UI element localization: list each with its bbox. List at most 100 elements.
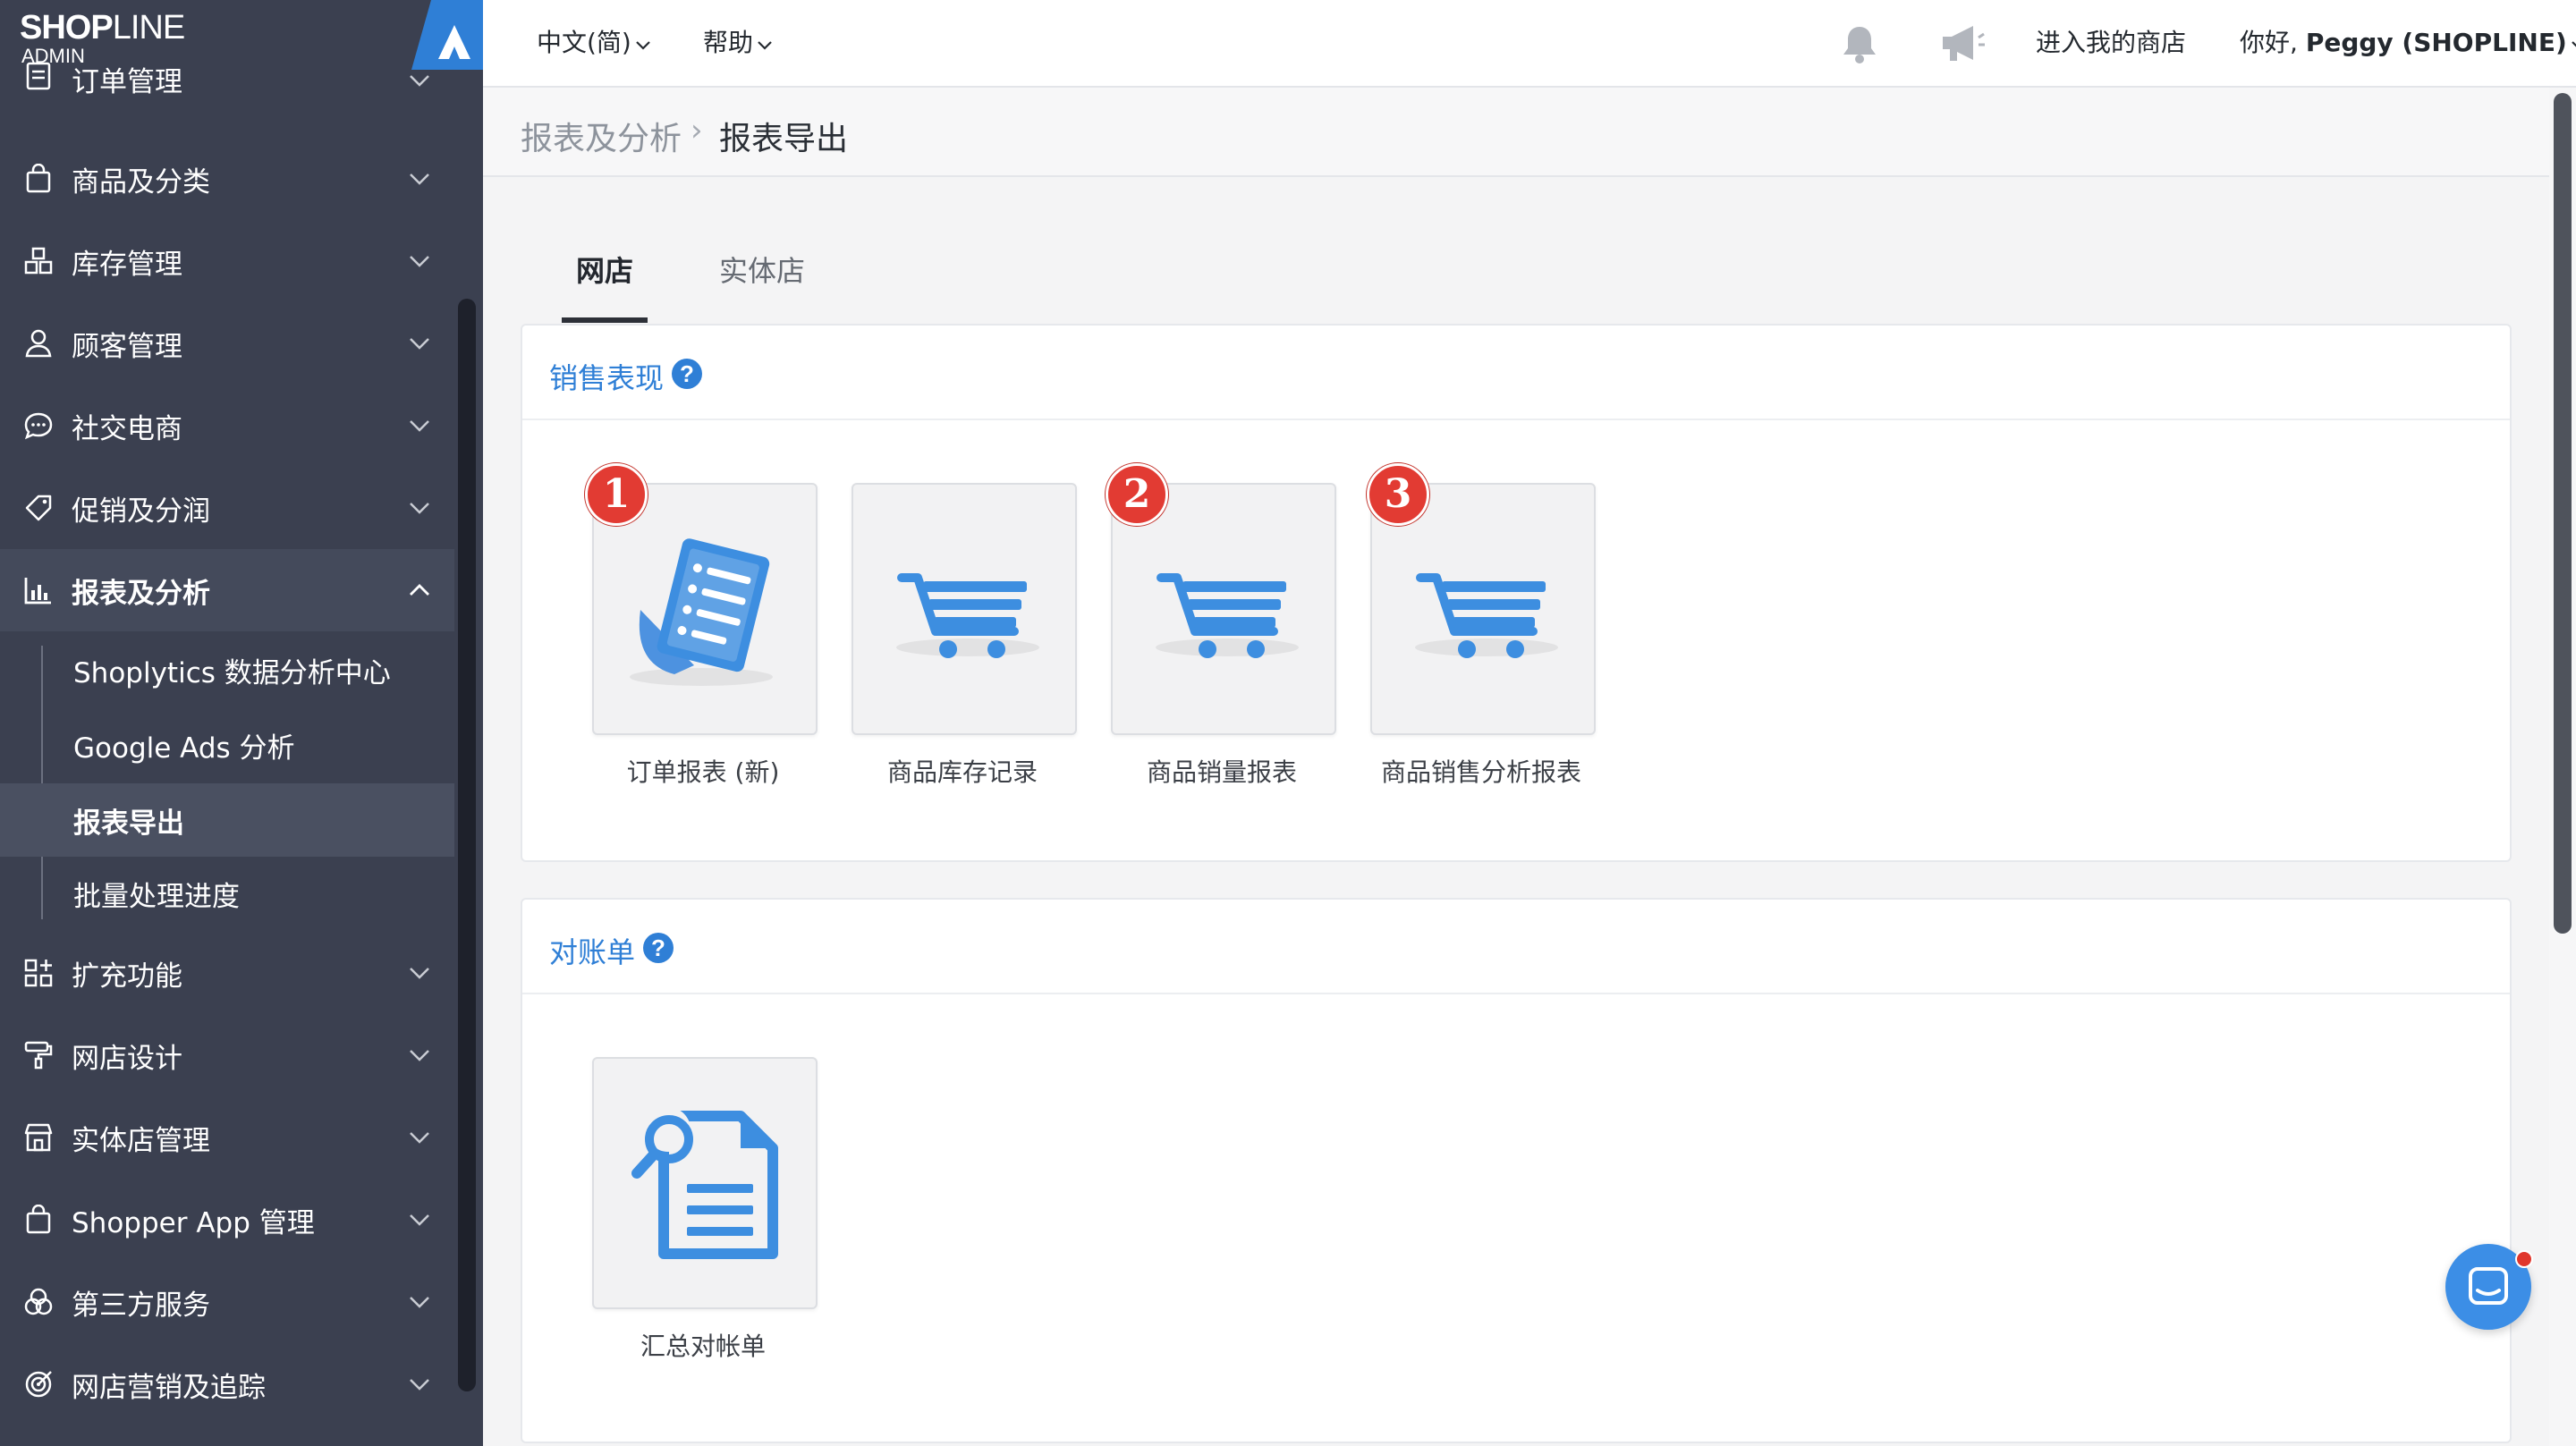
card-label: 汇总对帐单 (640, 1332, 766, 1361)
help-menu[interactable]: 帮助 (703, 23, 773, 59)
sidebar-subitem-google-ads[interactable]: Google Ads 分析 (0, 708, 454, 782)
document-search-icon (631, 1107, 778, 1259)
sidebar-item-products[interactable]: 商品及分类 (0, 138, 454, 220)
sidebar-item-social-commerce[interactable]: 社交电商 (0, 385, 454, 467)
sidebar-item-orders[interactable]: 订单管理 (0, 55, 454, 106)
active-tab-indicator (562, 317, 648, 323)
target-icon (25, 1371, 52, 1398)
help-question-icon[interactable]: ? (671, 358, 703, 390)
sidebar-subitem-label: 批量处理进度 (73, 880, 240, 913)
sidebar-item-label: Shopper App 管理 (72, 1206, 315, 1239)
order-icon (26, 62, 51, 90)
chevron-up-icon (410, 584, 429, 596)
chevron-down-icon (410, 968, 429, 979)
card-label: 商品销量报表 (1146, 757, 1297, 787)
sidebar-item-shopper-app[interactable]: Shopper App 管理 (0, 1179, 454, 1261)
sidebar-item-label: 商品及分类 (72, 165, 210, 199)
sidebar-item-label: 顾客管理 (72, 330, 182, 363)
sidebar-item-extensions[interactable]: 扩充功能 (0, 932, 454, 1014)
step-badge: 1 (585, 463, 648, 526)
main-scrollbar-thumb[interactable] (2554, 93, 2572, 934)
sidebar-item-label: 订单管理 (72, 66, 182, 98)
summary-statement-card[interactable] (592, 1057, 818, 1309)
sidebar-item-label: 报表及分析 (72, 577, 210, 610)
bell-icon[interactable] (1837, 21, 1882, 66)
sidebar-subitem-label: 报表导出 (73, 807, 184, 840)
chevron-down-icon (410, 1214, 429, 1226)
sidebar-item-store-design[interactable]: 网店设计 (0, 1014, 454, 1096)
shopping-bag-icon (26, 1205, 51, 1234)
top-bar: 中文(简) 帮助 进入我的商店 你好, Peggy (SHOPLINE) (483, 0, 2576, 88)
sidebar-item-marketing-tracking[interactable]: 网店营销及追踪 (0, 1343, 454, 1425)
panel-title: 销售表现 (549, 361, 665, 395)
step-badge: 3 (1367, 463, 1429, 526)
sidebar-item-label: 实体店管理 (72, 1124, 210, 1157)
sidebar-item-label: 扩充功能 (72, 960, 182, 993)
sidebar-item-label: 社交电商 (72, 412, 182, 445)
svg-text:?: ? (680, 360, 694, 387)
sidebar-item-label: 促销及分润 (72, 495, 210, 528)
inventory-icon (24, 247, 53, 275)
language-selector[interactable]: 中文(简) (537, 23, 651, 59)
tab-online-store[interactable]: 网店 (576, 249, 633, 290)
chevron-down-icon (2571, 41, 2576, 47)
sidebar-item-reports[interactable]: 报表及分析 (0, 549, 454, 631)
breadcrumb: 报表及分析 › 报表导出 (483, 88, 2549, 177)
breadcrumb-parent-link[interactable]: 报表及分析 (521, 113, 682, 159)
inventory-record-card[interactable] (852, 483, 1077, 735)
paint-roller-icon (24, 1041, 53, 1070)
panel-title: 对账单 (549, 935, 636, 969)
store-icon (24, 1123, 53, 1152)
chevron-down-icon (410, 173, 429, 185)
integrations-icon (24, 1288, 53, 1315)
sidebar-item-label: 库存管理 (72, 248, 182, 281)
chevron-down-icon (636, 41, 650, 50)
panel-header: 对账单 ? (522, 900, 2510, 994)
language-label: 中文(简) (537, 28, 631, 57)
card-label: 订单报表 (新) (626, 757, 780, 787)
sidebar-item-customers[interactable]: 顾客管理 (0, 302, 454, 385)
sidebar-item-inventory[interactable]: 库存管理 (0, 220, 454, 302)
user-menu[interactable]: 你好, Peggy (SHOPLINE) (2240, 23, 2576, 59)
help-question-icon[interactable]: ? (642, 932, 674, 964)
user-name: Peggy (SHOPLINE) (2305, 28, 2567, 57)
sidebar-item-retail-store[interactable]: 实体店管理 (0, 1096, 454, 1179)
chevron-down-icon (410, 1050, 429, 1061)
chevron-down-icon (410, 503, 429, 514)
sidebar-item-promotions[interactable]: 促销及分润 (0, 467, 454, 549)
sidebar-subitem-shoplytics[interactable]: Shoplytics 数据分析中心 (0, 633, 454, 706)
step-badge: 2 (1106, 463, 1168, 526)
customer-icon (25, 329, 52, 358)
chevron-down-icon (410, 75, 429, 87)
greeting-prefix: 你好, (2240, 28, 2306, 57)
breadcrumb-separator: › (691, 113, 703, 148)
shopping-bag-icon (26, 164, 51, 193)
sidebar: SHOPLINE ADMIN 订单管理 商品及分类 库存管理 顾客管理 社交电商… (0, 0, 483, 1446)
sidebar-subitem-label: Google Ads 分析 (73, 731, 295, 765)
card-label: 商品销售分析报表 (1380, 757, 1581, 787)
chart-icon (24, 578, 51, 605)
enter-my-store-link[interactable]: 进入我的商店 (2036, 23, 2186, 59)
chevron-down-icon (410, 338, 429, 350)
sidebar-scrollbar[interactable] (458, 299, 476, 1391)
tag-icon (25, 495, 52, 521)
apps-icon (24, 959, 53, 987)
panel-header: 销售表现 ? (522, 326, 2510, 420)
chat-bubble-icon (24, 412, 53, 440)
sidebar-subitem-bulk-progress[interactable]: 批量处理进度 (0, 857, 454, 930)
sidebar-item-third-party[interactable]: 第三方服务 (0, 1261, 454, 1343)
sidebar-item-label: 网店设计 (72, 1042, 182, 1075)
tab-retail-store[interactable]: 实体店 (719, 249, 805, 290)
svg-text:?: ? (651, 934, 665, 961)
card-label: 商品库存记录 (886, 757, 1038, 787)
chevron-down-icon (410, 256, 429, 267)
announcement-megaphone-icon[interactable] (1937, 21, 1987, 66)
notification-dot (2515, 1250, 2533, 1268)
sidebar-item-label: 第三方服务 (72, 1289, 210, 1322)
chevron-down-icon (410, 1379, 429, 1391)
chevron-down-icon (410, 420, 429, 432)
sidebar-subitem-label: Shoplytics 数据分析中心 (73, 656, 391, 689)
chevron-down-icon (410, 1297, 429, 1308)
sidebar-subitem-report-export[interactable]: 报表导出 (0, 783, 454, 857)
page-title: 报表导出 (719, 121, 849, 157)
